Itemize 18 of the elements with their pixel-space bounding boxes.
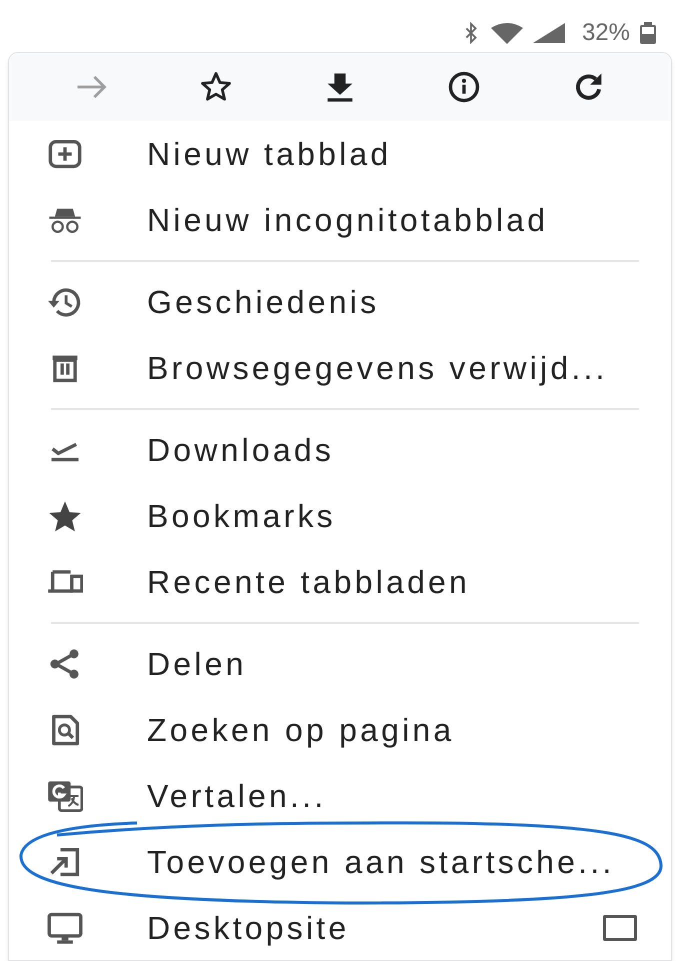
menu-item[interactable]: Delen [9, 631, 671, 697]
menu-item[interactable]: Bookmarks [9, 483, 671, 549]
monitor-icon [47, 910, 83, 946]
menu-item[interactable]: Downloads [9, 417, 671, 483]
signal-icon [532, 22, 566, 44]
menu-item[interactable]: Toevoegen aan startsche... [9, 829, 671, 895]
menu-item[interactable]: Zoeken op pagina [9, 697, 671, 763]
checkbox[interactable] [603, 915, 637, 941]
wifi-icon [490, 22, 524, 44]
battery-icon [638, 21, 658, 45]
menu-item[interactable]: Browsegegevens verwijd... [9, 335, 671, 401]
menu-item[interactable]: Recente tabbladen [9, 549, 671, 615]
menu-item[interactable]: Geschiedenis [9, 269, 671, 335]
menu-item[interactable]: Desktopsite [9, 895, 671, 960]
battery-percent: 32% [582, 18, 630, 48]
menu-item[interactable]: Nieuw tabblad [9, 121, 671, 187]
menu-item[interactable]: Vertalen... [9, 763, 671, 829]
menu-item[interactable]: Nieuw incognitotabblad [9, 187, 671, 253]
